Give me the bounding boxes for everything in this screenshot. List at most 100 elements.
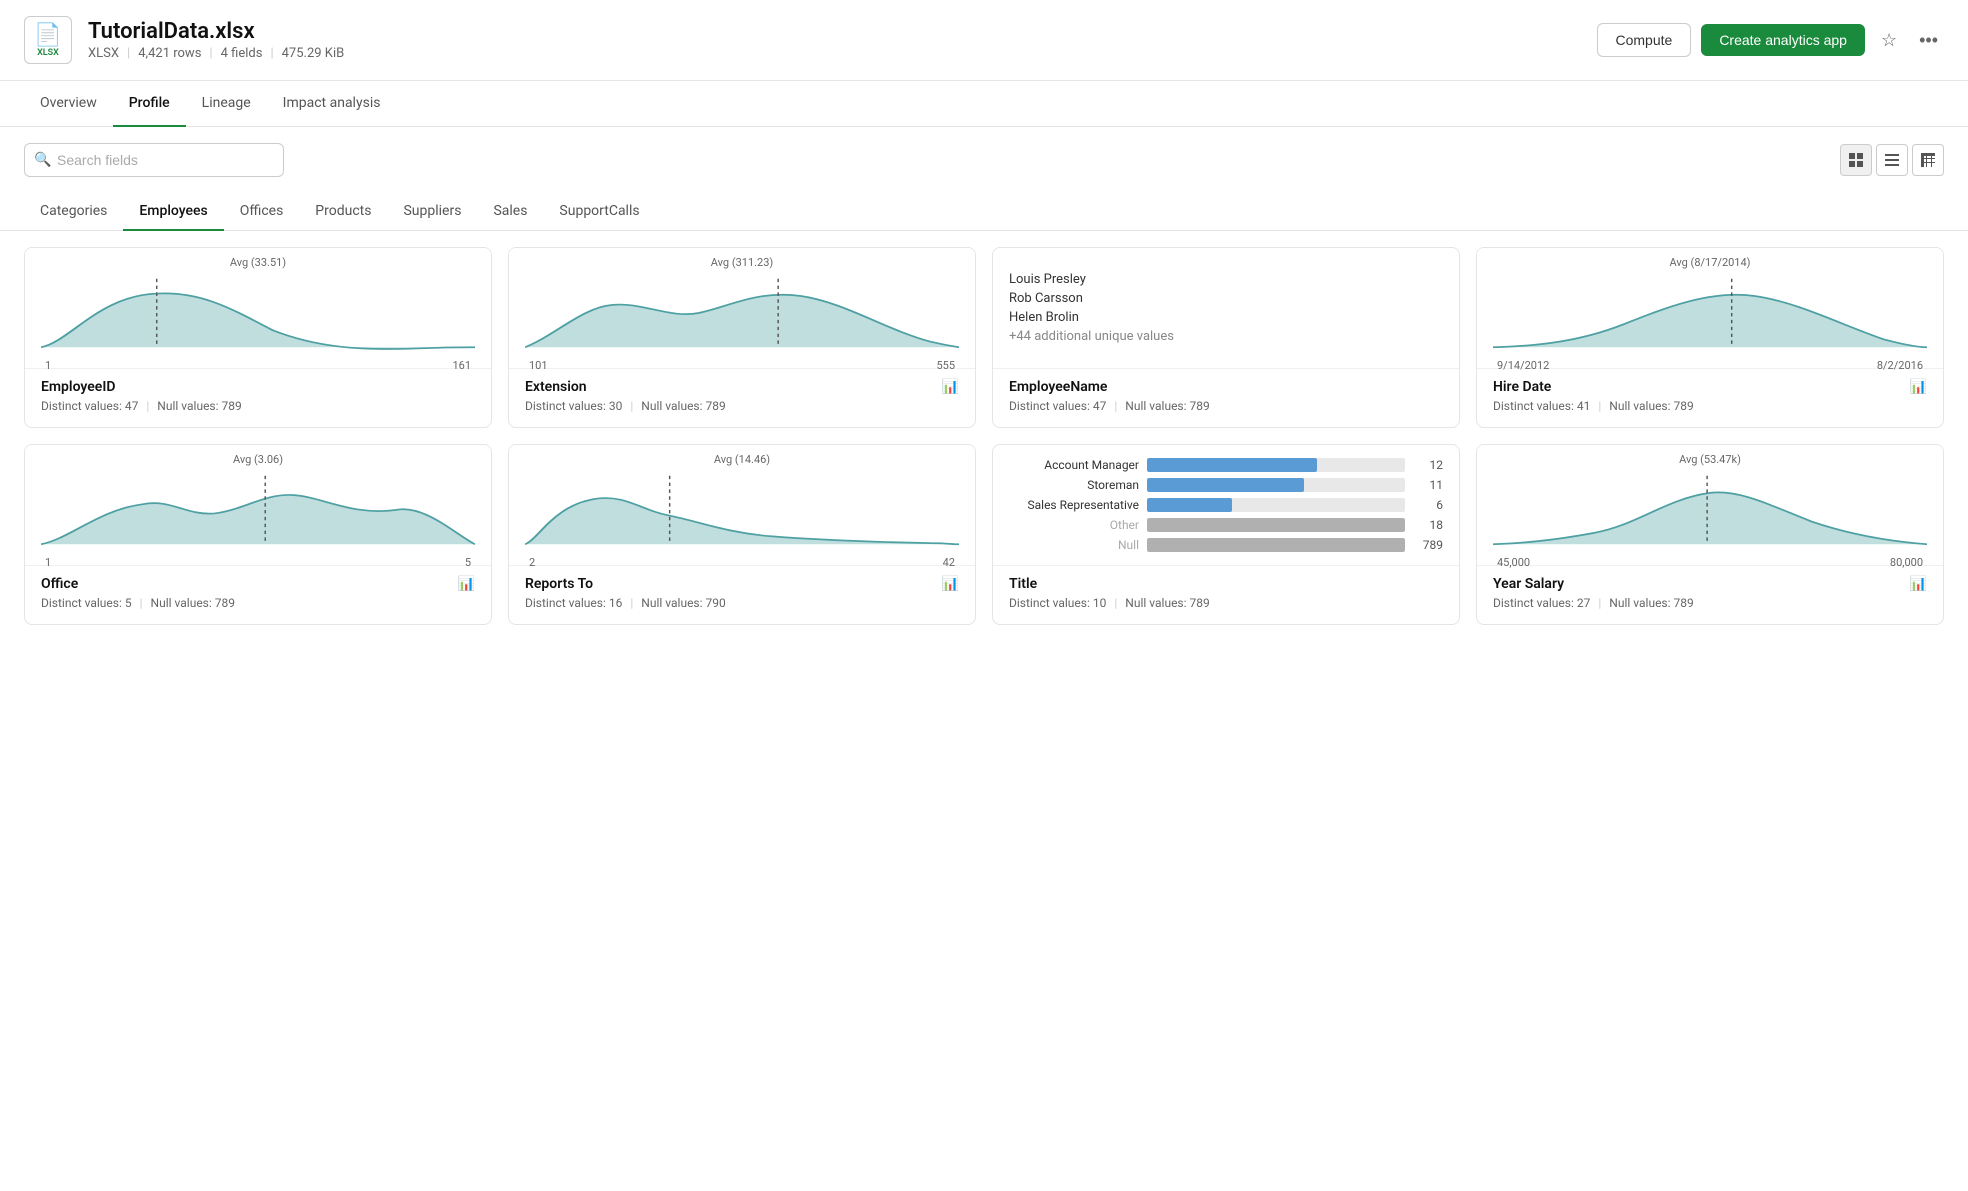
card-info-office: Office 📊 Distinct values: 5 | Null value… bbox=[25, 565, 491, 624]
list-view-button[interactable] bbox=[1876, 144, 1908, 176]
null-title: Null values: 789 bbox=[1125, 596, 1209, 610]
card-chart-office: Avg (3.06) 15 bbox=[25, 445, 491, 565]
bar-row-account-manager: Account Manager 12 bbox=[1009, 458, 1443, 472]
tab-profile[interactable]: Profile bbox=[113, 81, 186, 127]
bar-label-account-manager: Account Manager bbox=[1009, 458, 1139, 472]
null-year-salary: Null values: 789 bbox=[1609, 596, 1693, 610]
bar-row-other: Other 18 bbox=[1009, 518, 1443, 532]
cat-tab-products[interactable]: Products bbox=[299, 193, 387, 231]
card-title-hire-date: Hire Date bbox=[1493, 379, 1551, 395]
card-info-year-salary: Year Salary 📊 Distinct values: 27 | Null… bbox=[1477, 565, 1943, 624]
chart-icon-reports-to: 📊 bbox=[942, 576, 959, 592]
card-title-title: Title bbox=[1009, 576, 1037, 592]
avg-label-reports-to: Avg (14.46) bbox=[525, 453, 959, 466]
table-view-button[interactable] bbox=[1912, 144, 1944, 176]
cat-tab-offices[interactable]: Offices bbox=[224, 193, 300, 231]
file-size: 475.29 KiB bbox=[282, 46, 345, 61]
card-title-extension: Extension bbox=[525, 379, 587, 395]
avg-label-office: Avg (3.06) bbox=[41, 453, 475, 466]
null-office: Null values: 789 bbox=[151, 596, 235, 610]
chart-icon-extension: 📊 bbox=[942, 379, 959, 395]
main-tabs: Overview Profile Lineage Impact analysis bbox=[0, 81, 1968, 127]
bar-track-account-manager bbox=[1147, 458, 1405, 472]
bar-track-storeman bbox=[1147, 478, 1405, 492]
tab-overview[interactable]: Overview bbox=[24, 81, 113, 127]
bar-fill-storeman bbox=[1147, 478, 1304, 492]
bar-val-other: 18 bbox=[1413, 518, 1443, 532]
bar-fill-sales-rep bbox=[1147, 498, 1232, 512]
card-meta-employee-name: Distinct values: 47 | Null values: 789 bbox=[1009, 399, 1443, 413]
distinct-reports-to: Distinct values: 16 bbox=[525, 596, 622, 610]
card-title-employee-id: EmployeeID bbox=[41, 379, 115, 395]
favorite-button[interactable]: ☆ bbox=[1875, 24, 1903, 57]
distinct-employee-name: Distinct values: 47 bbox=[1009, 399, 1106, 413]
distinct-extension: Distinct values: 30 bbox=[525, 399, 622, 413]
create-analytics-button[interactable]: Create analytics app bbox=[1701, 24, 1865, 56]
card-info-extension: Extension 📊 Distinct values: 30 | Null v… bbox=[509, 368, 975, 427]
cat-tab-suppliers[interactable]: Suppliers bbox=[387, 193, 477, 231]
range-hire-date: 9/14/20128/2/2016 bbox=[1493, 359, 1927, 372]
header: 📄 XLSX TutorialData.xlsx XLSX | 4,421 ro… bbox=[0, 0, 1968, 81]
tab-lineage[interactable]: Lineage bbox=[186, 81, 267, 127]
distinct-title: Distinct values: 10 bbox=[1009, 596, 1106, 610]
card-info-reports-to: Reports To 📊 Distinct values: 16 | Null … bbox=[509, 565, 975, 624]
compute-button[interactable]: Compute bbox=[1597, 23, 1692, 57]
null-reports-to: Null values: 790 bbox=[641, 596, 725, 610]
card-hire-date: Avg (8/17/2014) 9/14/20128/2/2016 Hire D… bbox=[1476, 247, 1944, 428]
cat-tab-categories[interactable]: Categories bbox=[24, 193, 123, 231]
cards-container: Avg (33.51) 1161 EmployeeID Distinct val… bbox=[0, 231, 1968, 641]
card-extension: Avg (311.23) 101555 Extension 📊 Distinct… bbox=[508, 247, 976, 428]
grid-view-button[interactable] bbox=[1840, 144, 1872, 176]
name-more: +44 additional unique values bbox=[1009, 329, 1443, 344]
tab-impact-analysis[interactable]: Impact analysis bbox=[267, 81, 397, 127]
card-title-year-salary: Year Salary bbox=[1493, 576, 1564, 592]
toolbar: 🔍 bbox=[0, 127, 1968, 193]
cat-tab-employees[interactable]: Employees bbox=[123, 193, 223, 231]
card-meta-extension: Distinct values: 30 | Null values: 789 bbox=[525, 399, 959, 413]
search-input[interactable] bbox=[24, 143, 284, 177]
bar-track-other bbox=[1147, 518, 1405, 532]
card-title-employee-name: EmployeeName bbox=[1009, 379, 1107, 395]
card-meta-title: Distinct values: 10 | Null values: 789 bbox=[1009, 596, 1443, 610]
search-wrap: 🔍 bbox=[24, 143, 284, 177]
card-meta-employee-id: Distinct values: 47 | Null values: 789 bbox=[41, 399, 475, 413]
cat-tab-supportcalls[interactable]: SupportCalls bbox=[543, 193, 655, 231]
card-title-office: Office bbox=[41, 576, 78, 592]
distinct-hire-date: Distinct values: 41 bbox=[1493, 399, 1590, 413]
range-year-salary: 45,00080,000 bbox=[1493, 556, 1927, 569]
bar-fill-account-manager bbox=[1147, 458, 1317, 472]
card-info-employee-name: EmployeeName Distinct values: 47 | Null … bbox=[993, 368, 1459, 427]
avg-label-hire-date: Avg (8/17/2014) bbox=[1493, 256, 1927, 269]
name-2: Rob Carsson bbox=[1009, 291, 1443, 306]
category-tabs: Categories Employees Offices Products Su… bbox=[0, 193, 1968, 231]
file-meta: XLSX | 4,421 rows | 4 fields | 475.29 Ki… bbox=[88, 46, 344, 61]
view-controls bbox=[1840, 144, 1944, 176]
cat-tab-sales[interactable]: Sales bbox=[477, 193, 543, 231]
file-type: XLSX bbox=[88, 46, 119, 61]
avg-label-year-salary: Avg (53.47k) bbox=[1493, 453, 1927, 466]
more-options-button[interactable]: ••• bbox=[1913, 24, 1944, 57]
distinct-office: Distinct values: 5 bbox=[41, 596, 132, 610]
chart-icon-hire-date: 📊 bbox=[1910, 379, 1927, 395]
bar-val-sales-rep: 6 bbox=[1413, 498, 1443, 512]
avg-label-employee-id: Avg (33.51) bbox=[41, 256, 475, 269]
avg-label-extension: Avg (311.23) bbox=[525, 256, 959, 269]
name-1: Louis Presley bbox=[1009, 272, 1443, 287]
card-meta-office: Distinct values: 5 | Null values: 789 bbox=[41, 596, 475, 610]
card-employee-id: Avg (33.51) 1161 EmployeeID Distinct val… bbox=[24, 247, 492, 428]
card-text-employee-name: Louis Presley Rob Carsson Helen Brolin +… bbox=[993, 248, 1459, 368]
bar-label-storeman: Storeman bbox=[1009, 478, 1139, 492]
card-info-employee-id: EmployeeID Distinct values: 47 | Null va… bbox=[25, 368, 491, 427]
chart-icon-year-salary: 📊 bbox=[1910, 576, 1927, 592]
range-employee-id: 1161 bbox=[41, 359, 475, 372]
bar-label-other: Other bbox=[1009, 518, 1139, 532]
card-info-title: Title Distinct values: 10 | Null values:… bbox=[993, 565, 1459, 624]
header-left: 📄 XLSX TutorialData.xlsx XLSX | 4,421 ro… bbox=[24, 16, 344, 64]
chart-icon-office: 📊 bbox=[458, 576, 475, 592]
bar-fill-null bbox=[1147, 538, 1405, 552]
file-icon: 📄 XLSX bbox=[24, 16, 72, 64]
file-name: TutorialData.xlsx bbox=[88, 19, 344, 44]
card-chart-hire-date: Avg (8/17/2014) 9/14/20128/2/2016 bbox=[1477, 248, 1943, 368]
null-employee-name: Null values: 789 bbox=[1125, 399, 1209, 413]
card-title-reports-to: Reports To bbox=[525, 576, 593, 592]
